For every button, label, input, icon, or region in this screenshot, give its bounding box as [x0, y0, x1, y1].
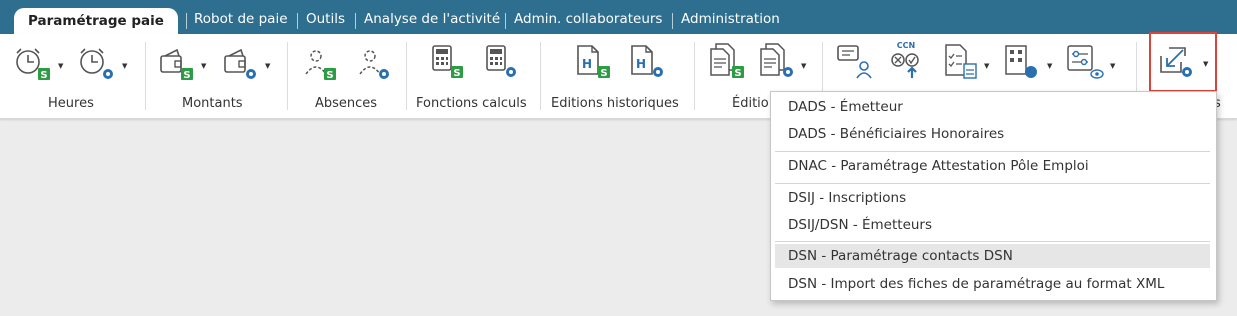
- dropdown-arrow-icon[interactable]: ▼: [122, 62, 127, 70]
- absences-settings-button[interactable]: [352, 44, 392, 84]
- dropdown-menu: DADS - Émetteur DADS - Bénéficiaires Hon…: [770, 91, 1217, 301]
- dropdown-arrow-icon[interactable]: ▼: [984, 62, 989, 70]
- export-arrow-gear-icon: [1160, 47, 1192, 77]
- menu-item-dsn-import-xml[interactable]: DSN - Import des fiches de paramétrage a…: [775, 272, 1210, 296]
- tab-parametrage-paie[interactable]: Paramétrage paie: [14, 8, 178, 34]
- heures-standard-button[interactable]: S: [12, 44, 52, 84]
- tab-robot-de-paie[interactable]: Robot de paie: [194, 0, 288, 34]
- dropdown-arrow-icon[interactable]: ▼: [201, 62, 206, 70]
- person-dashed-gear-icon: [359, 50, 389, 79]
- badge-s-text: S: [326, 70, 333, 81]
- menu-item-dads-beneficiaires[interactable]: DADS - Bénéficiaires Honoraires: [775, 122, 1210, 146]
- editions-settings-button[interactable]: [756, 42, 796, 82]
- menu-item-dsn-contacts[interactable]: DSN - Paramétrage contacts DSN: [775, 244, 1210, 268]
- group-label-editions: Éditio: [732, 96, 769, 111]
- clock-gear-icon: [80, 48, 113, 79]
- tab-outils[interactable]: Outils: [306, 0, 345, 34]
- document-h-icon: H S: [577, 45, 610, 79]
- badge-s-text: S: [734, 68, 741, 79]
- menu-separator: [775, 241, 1210, 242]
- fonctions-standard-button[interactable]: S: [425, 42, 465, 82]
- chat-user-icon: [837, 45, 872, 79]
- badge-s-text: S: [40, 70, 47, 81]
- group-separator: [145, 42, 146, 110]
- wallet-gear-icon: [224, 48, 256, 79]
- person-dashed-icon: S: [305, 50, 336, 81]
- dropdown-arrow-icon[interactable]: ▼: [801, 62, 806, 70]
- group-separator: [406, 42, 407, 110]
- export-settings-icon-wrap: [1155, 42, 1195, 82]
- dropdown-arrow-icon[interactable]: ▼: [58, 62, 63, 70]
- letter-h-text: H: [636, 57, 646, 71]
- group-label-editions-historiques: Editions historiques: [551, 96, 679, 111]
- tab-separator: [186, 13, 187, 29]
- montants-standard-button[interactable]: S: [155, 44, 195, 84]
- dropdown-arrow-icon[interactable]: ▼: [265, 62, 270, 70]
- group-label-absences: Absences: [315, 96, 378, 111]
- fonctions-settings-button[interactable]: [479, 42, 519, 82]
- checklist-calculator-button[interactable]: [940, 42, 980, 82]
- menu-separator: [775, 183, 1210, 184]
- absences-standard-button[interactable]: S: [298, 44, 338, 84]
- montants-settings-button[interactable]: [219, 44, 259, 84]
- dropdown-arrow-icon[interactable]: ▼: [1203, 60, 1208, 68]
- tab-administration[interactable]: Administration: [681, 0, 780, 34]
- group-separator: [540, 42, 541, 110]
- badge-s-text: S: [183, 70, 190, 81]
- menu-item-dads-emetteur[interactable]: DADS - Émetteur: [775, 95, 1210, 119]
- tab-separator: [297, 13, 298, 29]
- badge-s-text: S: [600, 68, 607, 79]
- calculator-gear-icon: [486, 45, 516, 77]
- editions-historiques-settings-button[interactable]: H: [626, 42, 666, 82]
- tab-separator: [355, 13, 356, 29]
- document-h-gear-icon: H: [631, 45, 663, 77]
- editions-standard-button[interactable]: S: [706, 42, 746, 82]
- tab-separator: [672, 13, 673, 29]
- letter-h-text: H: [582, 57, 592, 71]
- menu-item-dsij-dsn-emetteurs[interactable]: DSIJ/DSN - Émetteurs: [775, 213, 1210, 237]
- wallet-icon: S: [160, 48, 193, 81]
- menu-item-dsij-inscriptions[interactable]: DSIJ - Inscriptions: [775, 186, 1210, 210]
- building-button[interactable]: [1000, 42, 1040, 82]
- ribbon-tab-bar: Paramétrage paie Robot de paie Outils An…: [0, 0, 1237, 34]
- group-label-montants: Montants: [182, 96, 243, 111]
- menu-item-dnac-attestation[interactable]: DNAC - Paramétrage Attestation Pôle Empl…: [775, 154, 1210, 178]
- ccn-button[interactable]: CCN: [886, 38, 928, 82]
- documents-icon: S: [710, 43, 744, 79]
- sliders-eye-icon: [1067, 45, 1104, 79]
- ccn-icon: CCN: [891, 41, 919, 78]
- checklist-calculator-icon: [945, 44, 977, 79]
- group-separator: [287, 42, 288, 110]
- tab-separator: [505, 13, 506, 29]
- dropdown-arrow-icon[interactable]: ▼: [1110, 62, 1115, 70]
- settings-view-button[interactable]: [1064, 42, 1106, 82]
- editions-historiques-standard-button[interactable]: H S: [572, 42, 612, 82]
- group-label-fonctions-calculs: Fonctions calculs: [416, 96, 527, 111]
- heures-settings-button[interactable]: [76, 44, 116, 84]
- clock-icon: S: [16, 48, 50, 81]
- ccn-label: CCN: [897, 41, 915, 50]
- building-icon: [1005, 45, 1037, 78]
- dropdown-arrow-icon[interactable]: ▼: [1047, 62, 1052, 70]
- badge-s-text: S: [453, 68, 460, 79]
- tab-admin-collaborateurs[interactable]: Admin. collaborateurs: [514, 0, 662, 34]
- tab-analyse-activite[interactable]: Analyse de l'activité: [364, 0, 500, 34]
- group-separator: [694, 42, 695, 110]
- highlighted-export-button[interactable]: ▼: [1149, 32, 1217, 92]
- menu-separator: [775, 151, 1210, 152]
- message-user-button[interactable]: [834, 42, 874, 82]
- calculator-icon: S: [432, 45, 463, 79]
- documents-gear-icon: [760, 43, 793, 77]
- group-label-heures: Heures: [48, 96, 94, 111]
